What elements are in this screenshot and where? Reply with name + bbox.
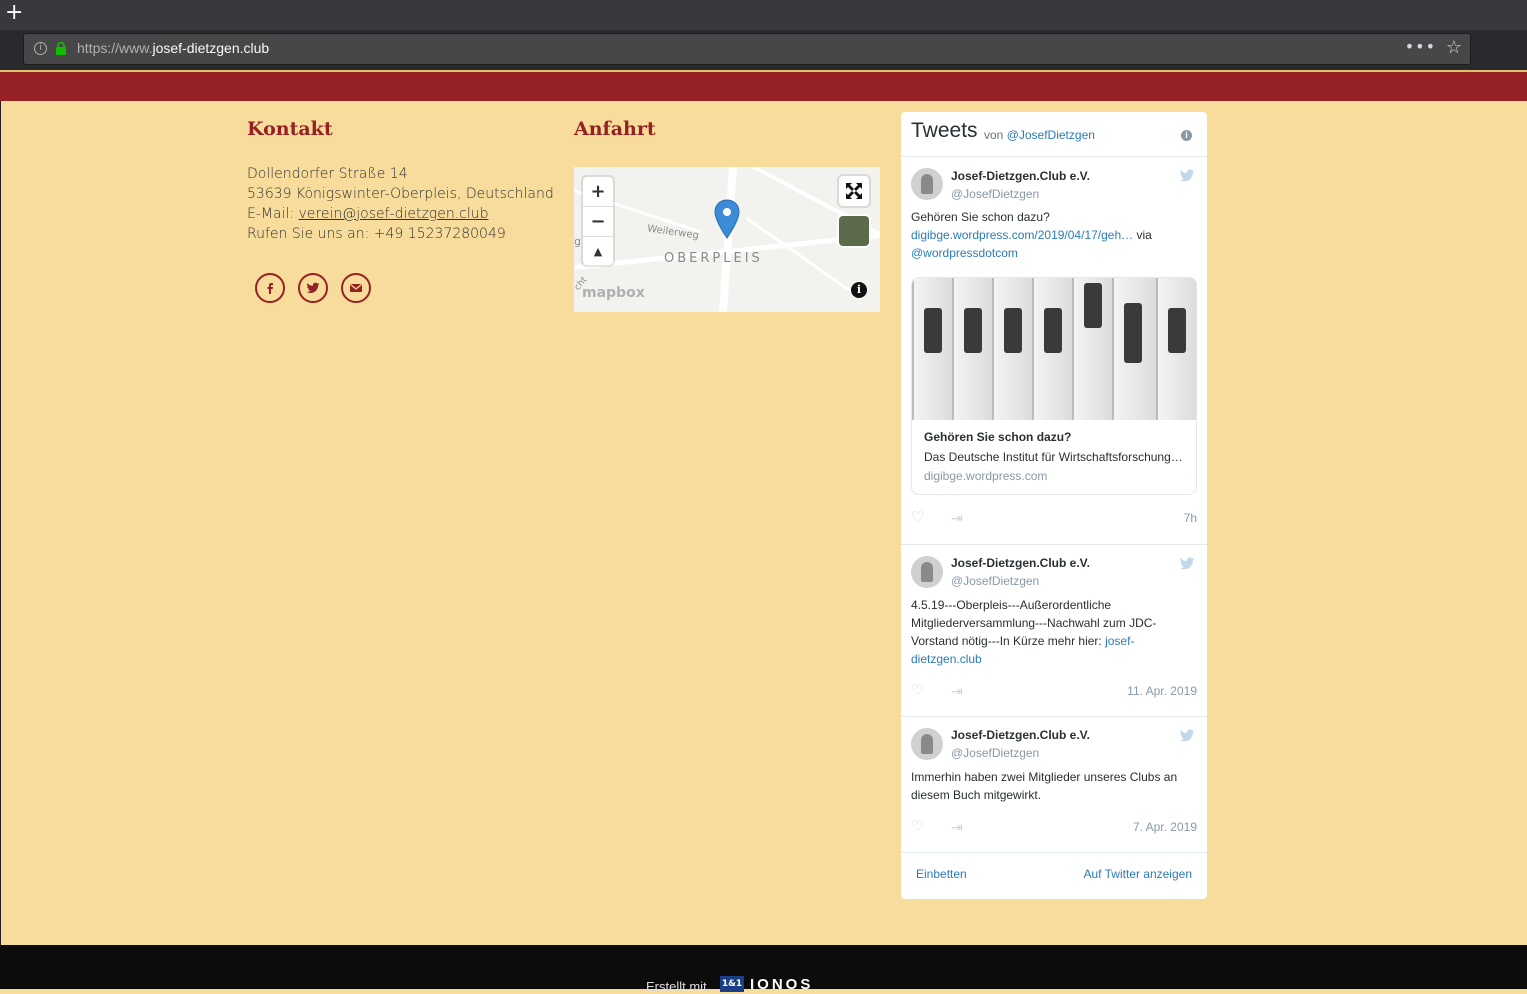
zoom-in-button[interactable]: + (583, 177, 613, 207)
tweet-author-name[interactable]: Josef-Dietzgen.Club e.V. (951, 169, 1090, 183)
tweet-author-name[interactable]: Josef-Dietzgen.Club e.V. (951, 728, 1090, 742)
map-street-label: Weilerweg (646, 223, 700, 242)
street: Dollendorfer Straße 14 (247, 166, 408, 182)
site-info-icon[interactable]: i (34, 42, 47, 55)
timeline-title: Tweets (911, 119, 978, 142)
tweet-actions: ♡ ⇥ 7. Apr. 2019 (911, 819, 1197, 836)
browser-nav-bar: i https://www.josef-dietzgen.club ••• ☆ (0, 30, 1527, 70)
like-icon[interactable]: ♡ (911, 819, 924, 835)
twitter-timeline: Tweets von @JosefDietzgen i Josef-Dietzg… (901, 112, 1207, 899)
map-info-icon[interactable]: i (851, 282, 867, 298)
browser-tab-bar: + (0, 0, 1527, 30)
twitter-bird-icon[interactable] (1179, 557, 1195, 571)
phone: Rufen Sie uns an: +49 15237280049 (247, 226, 506, 242)
made-with-text: Erstellt mit (646, 979, 707, 994)
map-marker-icon[interactable] (714, 199, 740, 239)
avatar[interactable] (911, 728, 943, 760)
twitter-button[interactable] (298, 273, 328, 303)
map-place-label: OBERPLEIS (664, 251, 763, 266)
card-title: Gehören Sie schon dazu? (924, 430, 1072, 444)
bookmark-star-icon[interactable]: ☆ (1446, 37, 1462, 58)
link-card[interactable]: Gehören Sie schon dazu? Das Deutsche Ins… (911, 277, 1197, 495)
page-actions-menu-icon[interactable]: ••• (1405, 37, 1436, 56)
tweet-time[interactable]: 11. Apr. 2019 (1127, 684, 1197, 698)
map-edge-label: g (574, 235, 581, 248)
share-icon[interactable]: ⇥ (951, 683, 963, 699)
email-link[interactable]: verein@josef-dietzgen.club (299, 206, 489, 222)
twitter-bird-icon[interactable] (1179, 729, 1195, 743)
ionos-logo-text: IONOS (750, 976, 814, 993)
tweet-author-handle[interactable]: @JosefDietzgen (951, 574, 1039, 588)
timeline-by: von @JosefDietzgen (984, 128, 1095, 142)
tweet-time[interactable]: 7. Apr. 2019 (1133, 820, 1197, 834)
like-icon[interactable]: ♡ (911, 510, 924, 526)
zoom-out-button[interactable]: − (583, 207, 613, 237)
new-tab-button[interactable]: + (5, 1, 23, 25)
email-icon (350, 284, 362, 292)
embed-link[interactable]: Einbetten (916, 867, 967, 881)
avatar[interactable] (911, 168, 943, 200)
email-line: E-Mail: verein@josef-dietzgen.club (247, 206, 489, 222)
card-description: Das Deutsche Institut für Wirtschaftsfor… (924, 450, 1183, 464)
map-road (718, 167, 738, 312)
avatar[interactable] (911, 556, 943, 588)
mapbox-logo[interactable]: mapbox (582, 285, 645, 301)
tweet[interactable]: Josef-Dietzgen.Club e.V. @JosefDietzgen … (901, 157, 1207, 545)
timeline-footer: Einbetten Auf Twitter anzeigen (901, 853, 1207, 899)
map[interactable]: Weilerweg OBERPLEIS g cht + − ▲ mapbox i (574, 167, 880, 312)
city: 53639 Königswinter-Oberpleis, Deutschlan… (247, 186, 554, 202)
share-icon[interactable]: ⇥ (951, 510, 963, 526)
address-bar[interactable]: i https://www.josef-dietzgen.club ••• ☆ (23, 33, 1471, 65)
twitter-bird-icon[interactable] (1179, 169, 1195, 183)
kontakt-address: Dollendorfer Straße 14 53639 Königswinte… (247, 164, 554, 244)
lock-icon[interactable] (55, 42, 67, 55)
facebook-icon (267, 283, 273, 294)
tweet-text: Gehören Sie schon dazu? digibge.wordpres… (911, 210, 1152, 260)
anfahrt-heading: Anfahrt (574, 118, 656, 140)
tweet-actions: ♡ ⇥ 7h (911, 510, 1197, 527)
ionos-logo-box: 1&1 (720, 976, 744, 992)
site-header-bar (0, 72, 1527, 101)
map-zoom-controls: + − ▲ (583, 177, 613, 265)
fullscreen-button[interactable] (839, 176, 869, 206)
tweet[interactable]: Josef-Dietzgen.Club e.V. @JosefDietzgen … (901, 545, 1207, 717)
timeline-header: Tweets von @JosefDietzgen i (901, 112, 1207, 157)
tweet-text: Immerhin haben zwei Mitglieder unseres C… (911, 770, 1178, 802)
tweet-mention-link[interactable]: @wordpressdotcom (911, 246, 1018, 260)
fullscreen-icon (846, 183, 862, 199)
tweet-time[interactable]: 7h (1184, 511, 1197, 525)
tweet-author-name[interactable]: Josef-Dietzgen.Club e.V. (951, 556, 1090, 570)
tweet-link[interactable]: digibge.wordpress.com/2019/04/17/geh… (911, 228, 1133, 242)
tweet[interactable]: Josef-Dietzgen.Club e.V. @JosefDietzgen … (901, 717, 1207, 853)
share-icon[interactable]: ⇥ (951, 819, 963, 835)
view-on-twitter-link[interactable]: Auf Twitter anzeigen (1083, 867, 1192, 881)
tweet-actions: ♡ ⇥ 11. Apr. 2019 (911, 683, 1197, 700)
page-edge (0, 101, 1, 945)
kontakt-heading: Kontakt (247, 118, 333, 140)
email-button[interactable] (341, 273, 371, 303)
card-domain: digibge.wordpress.com (924, 469, 1048, 483)
info-icon[interactable]: i (1181, 130, 1192, 141)
url-text[interactable]: https://www.josef-dietzgen.club (77, 40, 269, 56)
compass-button[interactable]: ▲ (583, 237, 613, 266)
satellite-toggle-button[interactable] (839, 216, 869, 246)
tweet-text: 4.5.19---Oberpleis---Außerordentliche Mi… (911, 598, 1157, 666)
tweet-author-handle[interactable]: @JosefDietzgen (951, 187, 1039, 201)
site-footer: Erstellt mit 1&1 IONOS (0, 945, 1527, 994)
timeline-handle-link[interactable]: @JosefDietzgen (1007, 128, 1095, 142)
facebook-button[interactable] (255, 273, 285, 303)
twitter-icon (306, 282, 320, 294)
tweet-author-handle[interactable]: @JosefDietzgen (951, 746, 1039, 760)
card-image (912, 278, 1196, 420)
like-icon[interactable]: ♡ (911, 683, 924, 699)
